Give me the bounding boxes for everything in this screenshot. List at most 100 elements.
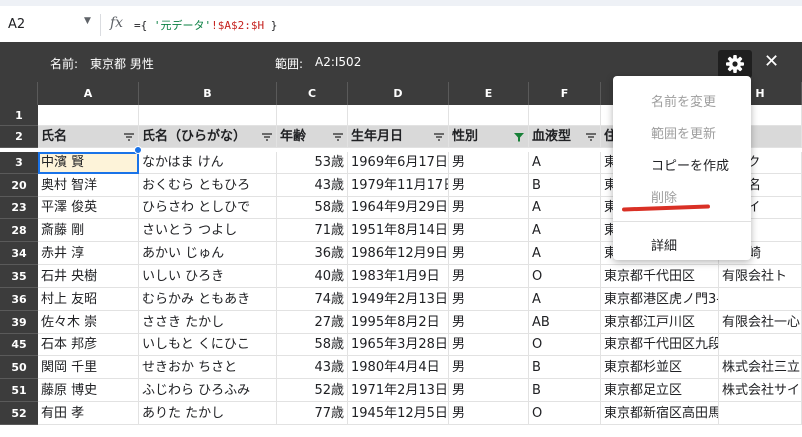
table-cell[interactable]: 赤井 淳 — [38, 242, 139, 265]
table-cell[interactable]: 1980年4月4日 — [348, 356, 449, 379]
table-cell[interactable]: 43歳 — [277, 356, 348, 379]
table-cell[interactable]: 1979年11月17日 — [348, 174, 449, 197]
table-cell[interactable]: 58歳 — [277, 334, 348, 356]
table-cell[interactable]: 東京都杉並区 — [601, 356, 719, 379]
table-cell[interactable]: B — [529, 174, 601, 197]
table-cell[interactable]: 男 — [449, 219, 529, 242]
table-cell[interactable]: 1949年2月13日 — [348, 288, 449, 311]
table-cell[interactable]: O — [529, 402, 601, 425]
filter-icon[interactable] — [262, 132, 272, 142]
header-cell[interactable]: 年齢 — [277, 126, 348, 148]
column-header-a[interactable]: A — [38, 82, 139, 105]
table-cell[interactable]: 1945年12月5日 — [348, 402, 449, 425]
table-cell[interactable]: 男 — [449, 265, 529, 288]
filter-icon[interactable] — [434, 132, 444, 142]
table-cell[interactable]: A — [529, 242, 601, 265]
table-cell[interactable]: 1986年12月9日 — [348, 242, 449, 265]
table-cell[interactable] — [719, 334, 802, 356]
table-cell[interactable]: 1969年6月17日 — [348, 152, 449, 174]
selection-handle[interactable] — [134, 146, 142, 154]
table-cell[interactable]: A — [529, 288, 601, 311]
column-header-b[interactable]: B — [139, 82, 277, 105]
column-header-c[interactable]: C — [277, 82, 348, 105]
chevron-down-icon[interactable]: ▼ — [84, 16, 91, 26]
column-header-f[interactable]: F — [529, 82, 601, 105]
table-cell[interactable]: B — [529, 356, 601, 379]
filter-range-value[interactable]: A2:I502 — [315, 55, 361, 69]
table-cell[interactable]: 有限会社ト — [719, 265, 802, 288]
table-cell[interactable]: 男 — [449, 152, 529, 174]
table-cell[interactable] — [719, 288, 802, 311]
table-cell[interactable]: さいとう つよし — [139, 219, 277, 242]
table-cell[interactable]: 有田 孝 — [38, 402, 139, 425]
table-cell[interactable]: 74歳 — [277, 288, 348, 311]
table-cell[interactable]: せきおか ちさと — [139, 356, 277, 379]
table-cell[interactable]: B — [529, 379, 601, 402]
table-cell[interactable]: 中濱 賢 — [38, 152, 139, 174]
row-header[interactable]: 45 — [0, 334, 38, 356]
header-cell[interactable]: 氏名 — [38, 126, 139, 148]
table-cell[interactable]: 関岡 千里 — [38, 356, 139, 379]
table-cell[interactable]: 株式会社サイ — [719, 379, 802, 402]
row-header[interactable]: 3 — [0, 152, 38, 174]
table-cell[interactable]: ささき たかし — [139, 311, 277, 334]
table-cell[interactable]: 71歳 — [277, 219, 348, 242]
table-cell[interactable]: 男 — [449, 379, 529, 402]
filter-icon[interactable] — [586, 132, 596, 142]
menu-item-delete[interactable]: 削除 — [651, 187, 677, 206]
name-box[interactable]: A2 — [8, 17, 96, 32]
row-header[interactable]: 1 — [0, 105, 38, 126]
table-cell[interactable]: 平澤 俊英 — [38, 197, 139, 219]
row-header[interactable]: 28 — [0, 219, 38, 242]
table-cell[interactable] — [348, 105, 449, 126]
table-cell[interactable]: 東京都江戸川区 — [601, 311, 719, 334]
row-header[interactable]: 34 — [0, 242, 38, 265]
column-header-e[interactable]: E — [449, 82, 529, 105]
header-cell[interactable]: 氏名（ひらがな） — [139, 126, 277, 148]
filter-name-value[interactable]: 東京都 男性 — [90, 55, 154, 72]
table-cell[interactable]: 男 — [449, 311, 529, 334]
table-cell[interactable]: AB — [529, 311, 601, 334]
table-cell[interactable]: むらかみ ともあき — [139, 288, 277, 311]
row-header[interactable]: 23 — [0, 197, 38, 219]
table-cell[interactable]: A — [529, 152, 601, 174]
menu-item-rename[interactable]: 名前を変更 — [651, 91, 716, 110]
table-cell[interactable]: O — [529, 334, 601, 356]
table-cell[interactable]: 1964年9月29日 — [348, 197, 449, 219]
menu-item-details[interactable]: 詳細 — [651, 235, 677, 254]
table-cell[interactable]: 40歳 — [277, 265, 348, 288]
table-cell[interactable]: 男 — [449, 334, 529, 356]
column-header-d[interactable]: D — [348, 82, 449, 105]
table-cell[interactable]: 1965年3月28日 — [348, 334, 449, 356]
table-cell[interactable]: 奥村 智洋 — [38, 174, 139, 197]
table-cell[interactable]: 27歳 — [277, 311, 348, 334]
row-header[interactable]: 36 — [0, 288, 38, 311]
table-cell[interactable]: 77歳 — [277, 402, 348, 425]
table-cell[interactable]: 43歳 — [277, 174, 348, 197]
filter-active-icon[interactable] — [514, 132, 524, 142]
table-cell[interactable]: 有限会社一心 — [719, 311, 802, 334]
table-cell[interactable]: 東京都千代田区 — [601, 265, 719, 288]
table-cell[interactable]: 52歳 — [277, 379, 348, 402]
row-header[interactable]: 51 — [0, 379, 38, 402]
corner-cell[interactable] — [0, 82, 38, 105]
table-cell[interactable]: ひらさわ としひで — [139, 197, 277, 219]
table-cell[interactable]: 東京都足立区 — [601, 379, 719, 402]
table-cell[interactable]: 1951年8月14日 — [348, 219, 449, 242]
menu-item-update-range[interactable]: 範囲を更新 — [651, 123, 716, 142]
header-cell[interactable]: 血液型 — [529, 126, 601, 148]
row-header[interactable]: 50 — [0, 356, 38, 379]
table-cell[interactable] — [139, 105, 277, 126]
table-cell[interactable]: 1995年8月2日 — [348, 311, 449, 334]
table-cell[interactable]: 1971年2月13日 — [348, 379, 449, 402]
table-cell[interactable]: ふじわら ひろふみ — [139, 379, 277, 402]
table-cell[interactable]: あかい じゅん — [139, 242, 277, 265]
table-cell[interactable] — [38, 105, 139, 126]
table-cell[interactable]: 藤原 博史 — [38, 379, 139, 402]
table-cell[interactable]: 東京都千代田区九段南2-3-5 — [601, 334, 719, 356]
table-cell[interactable]: 男 — [449, 197, 529, 219]
table-cell[interactable]: A — [529, 219, 601, 242]
table-cell[interactable] — [529, 105, 601, 126]
close-icon[interactable]: ✕ — [764, 51, 779, 72]
table-cell[interactable]: 男 — [449, 288, 529, 311]
